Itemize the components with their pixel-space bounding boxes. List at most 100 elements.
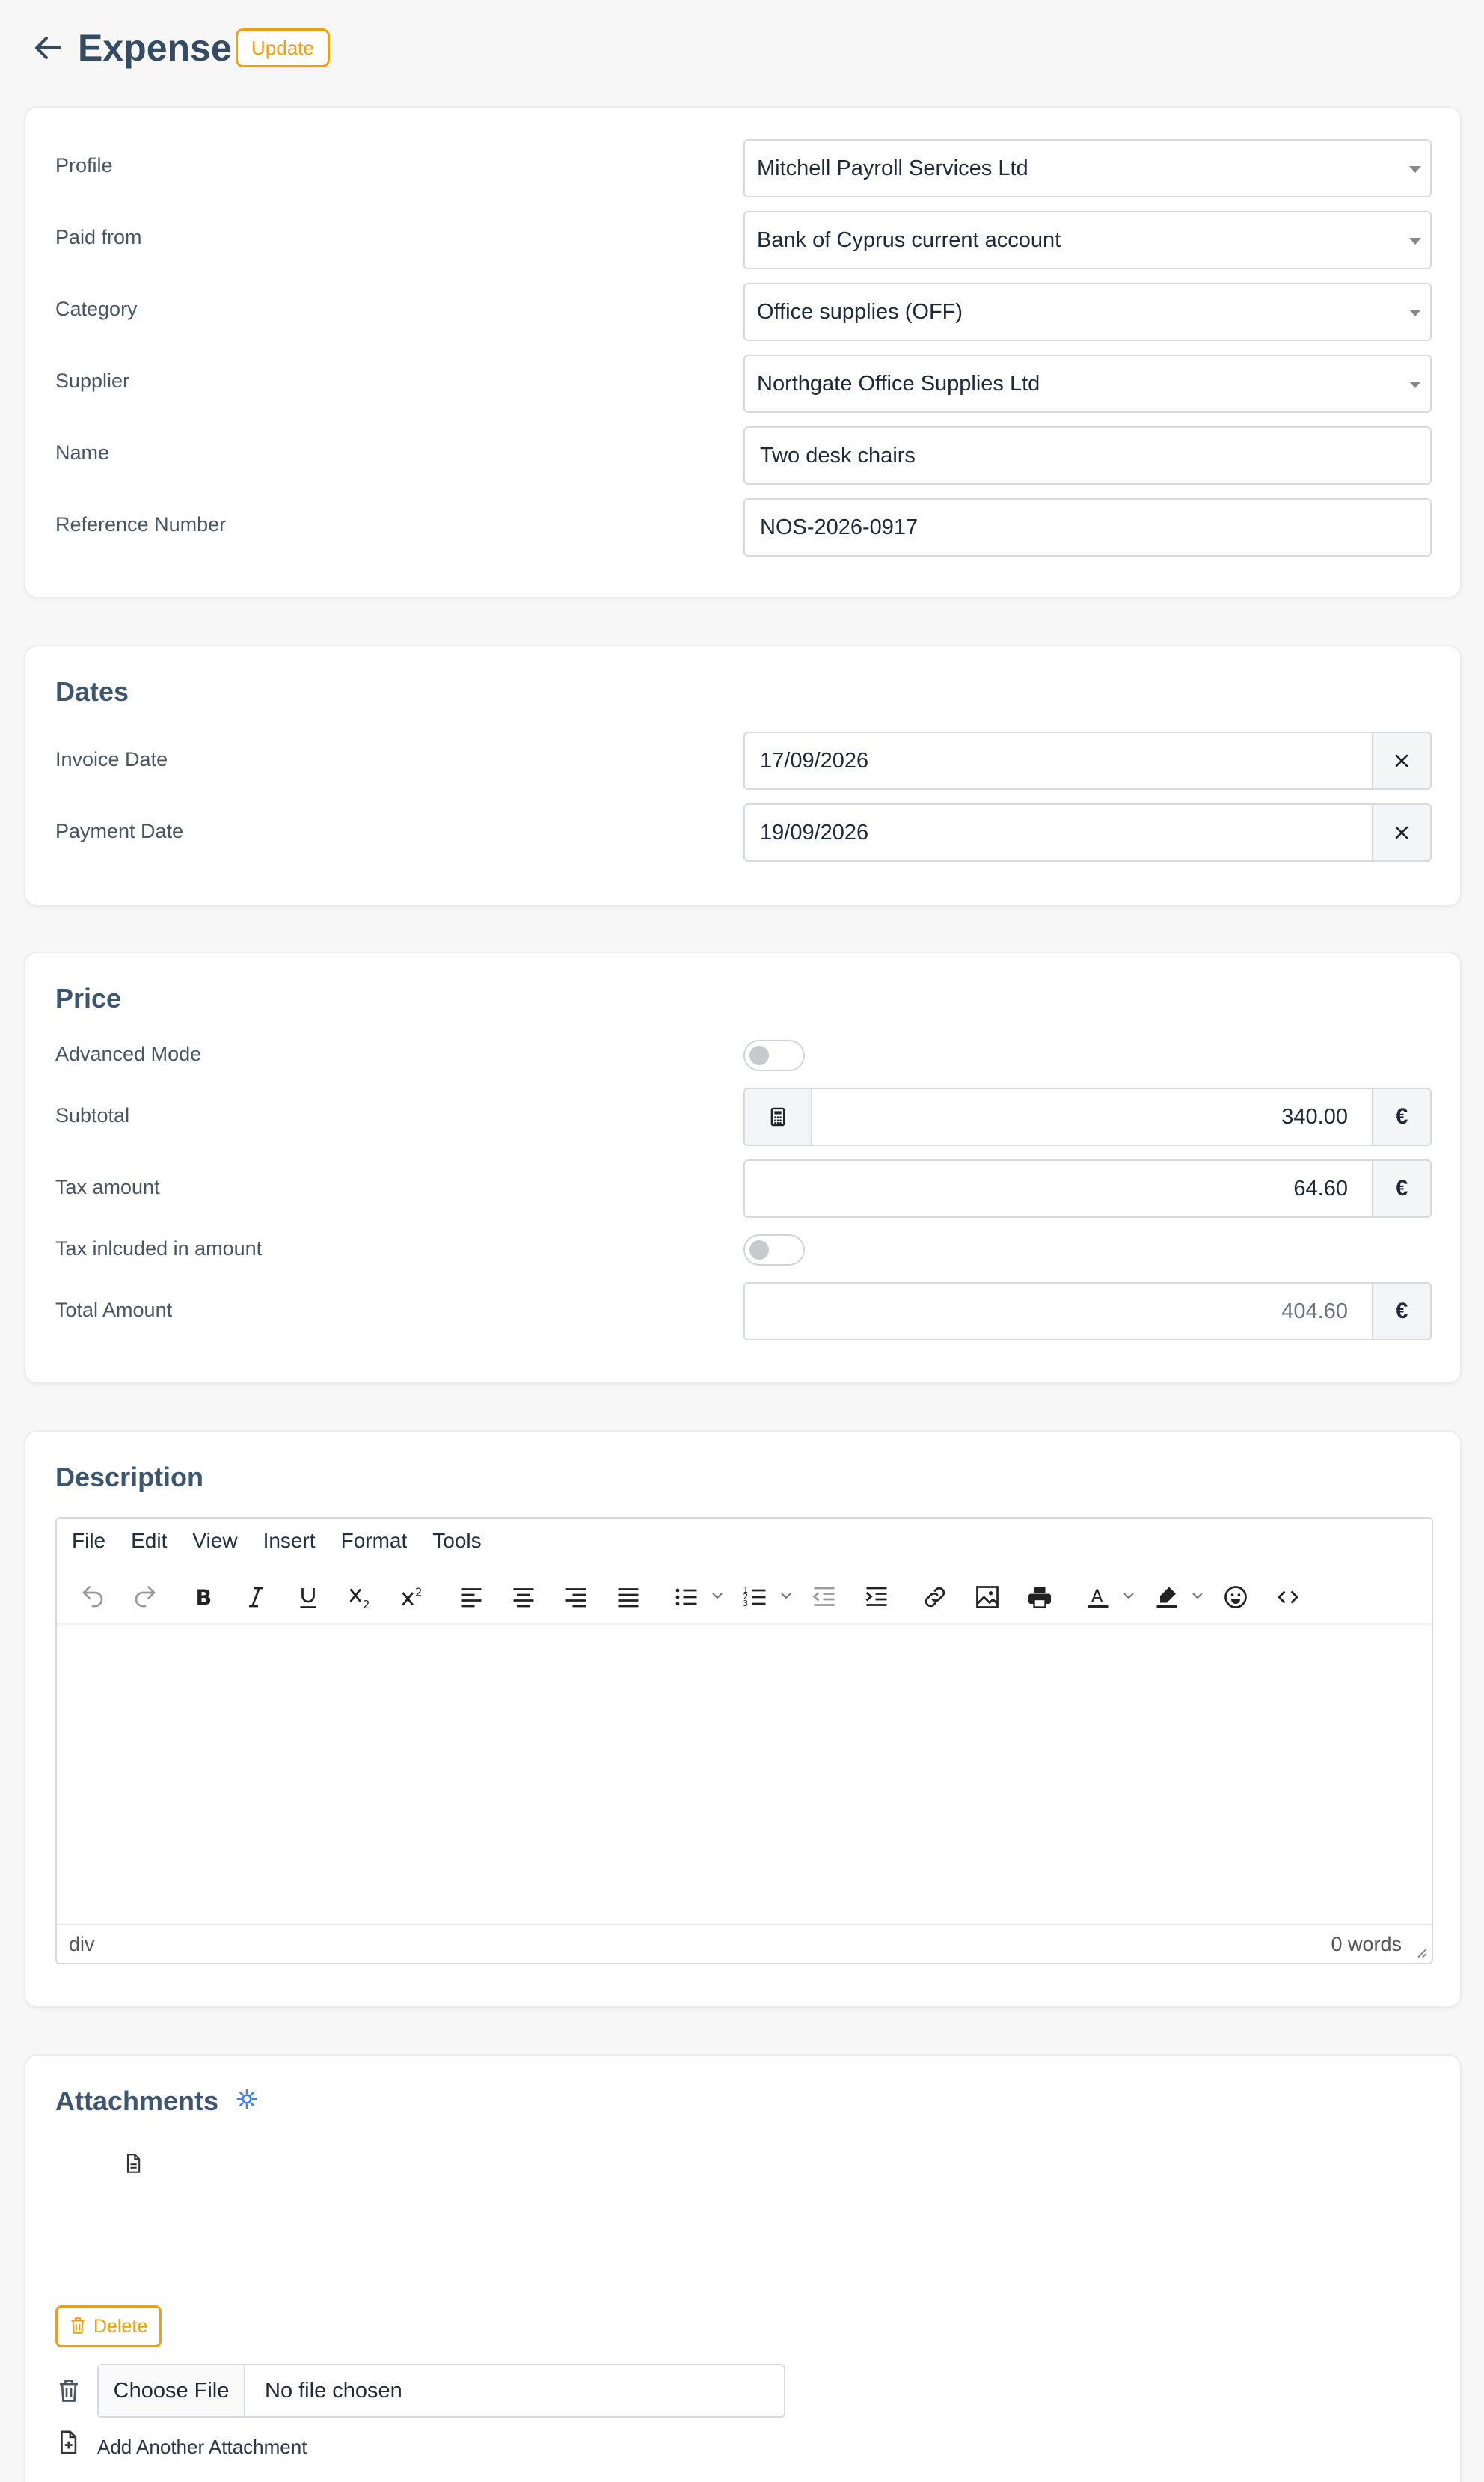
clear-invoice-date-button[interactable] — [1372, 732, 1432, 790]
calculator-button[interactable] — [743, 1088, 812, 1146]
tax-included-toggle[interactable] — [743, 1234, 805, 1266]
trash-icon — [71, 2317, 85, 2334]
subtotal-input[interactable]: 340.00 € — [743, 1088, 1432, 1146]
add-file-icon[interactable] — [55, 2430, 81, 2455]
chevron-down-icon[interactable] — [711, 1589, 724, 1606]
menu-edit[interactable]: Edit — [131, 1529, 167, 1553]
align-justify-icon[interactable] — [607, 1576, 649, 1618]
details-card: Profile Mitchell Payroll Services Ltd Pa… — [24, 106, 1462, 598]
tax-amount-input[interactable]: 64.60 € — [743, 1159, 1432, 1218]
underline-icon[interactable] — [287, 1576, 329, 1618]
reference-number-input[interactable]: NOS-2026-0917 — [743, 498, 1432, 557]
add-another-attachment-link[interactable]: Add Another Attachment — [97, 2436, 307, 2459]
supplier-select[interactable]: Northgate Office Supplies Ltd — [743, 355, 1432, 413]
chevron-down-icon[interactable] — [779, 1589, 793, 1606]
paid-from-label: Paid from — [55, 226, 142, 248]
file-input[interactable]: Choose File No file chosen — [97, 2364, 785, 2418]
rich-text-editor: File Edit View Insert Format Tools B 2 2… — [55, 1517, 1433, 1964]
align-left-icon[interactable] — [450, 1576, 492, 1618]
align-right-icon[interactable] — [555, 1576, 597, 1618]
editor-menubar: File Edit View Insert Format Tools — [72, 1529, 482, 1553]
close-icon — [1395, 826, 1408, 839]
attachments-card: Attachments Delete Choose File No file c… — [24, 2054, 1462, 2482]
currency-addon: € — [1372, 1159, 1432, 1218]
dates-title: Dates — [55, 676, 129, 707]
menu-view[interactable]: View — [192, 1529, 237, 1553]
menu-insert[interactable]: Insert — [263, 1529, 316, 1553]
currency-addon: € — [1372, 1282, 1432, 1340]
tax-amount-value: 64.60 — [1293, 1177, 1348, 1201]
print-icon[interactable] — [1019, 1576, 1061, 1618]
chevron-down-icon[interactable] — [1122, 1589, 1135, 1606]
page-title: Expense — [78, 27, 232, 69]
price-title: Price — [55, 983, 122, 1014]
editor-statusbar: div 0 words — [57, 1924, 1432, 1963]
delete-label: Delete — [93, 2316, 148, 2337]
delete-attachment-button[interactable]: Delete — [55, 2305, 162, 2347]
chevron-down-icon — [1409, 310, 1421, 316]
element-path[interactable]: div — [69, 1933, 95, 1955]
link-icon[interactable] — [914, 1576, 956, 1618]
subscript-icon[interactable]: 2 — [340, 1576, 381, 1618]
name-input[interactable]: Two desk chairs — [743, 426, 1432, 485]
payment-date-input[interactable]: 19/09/2026 — [743, 803, 1432, 862]
paid-from-select[interactable]: Bank of Cyprus current account — [743, 211, 1432, 269]
redo-icon[interactable] — [124, 1576, 166, 1618]
profile-label: Profile — [55, 154, 113, 177]
calculator-icon — [770, 1107, 785, 1127]
reference-number-label: Reference Number — [55, 513, 227, 536]
source-code-icon[interactable] — [1267, 1576, 1309, 1618]
paid-from-value: Bank of Cyprus current account — [757, 228, 1061, 252]
tax-included-label: Tax inlcuded in amount — [55, 1237, 263, 1260]
align-center-icon[interactable] — [503, 1576, 545, 1618]
subtotal-label: Subtotal — [55, 1104, 130, 1127]
total-amount-label: Total Amount — [55, 1299, 173, 1321]
bullet-list-icon[interactable] — [666, 1576, 708, 1618]
resize-handle-icon[interactable] — [1414, 1945, 1427, 1958]
tax-amount-label: Tax amount — [55, 1176, 160, 1198]
outdent-icon[interactable] — [803, 1576, 845, 1618]
svg-text:3: 3 — [743, 1599, 749, 1608]
svg-text:A: A — [1091, 1587, 1103, 1606]
editor-content-area[interactable] — [57, 1623, 1432, 1924]
toggle-knob — [749, 1046, 769, 1065]
undo-icon[interactable] — [72, 1576, 114, 1618]
superscript-icon[interactable]: 2 — [392, 1576, 434, 1618]
bold-icon[interactable]: B — [183, 1576, 224, 1618]
gear-icon[interactable] — [235, 2087, 259, 2111]
category-select[interactable]: Office supplies (OFF) — [743, 283, 1432, 341]
name-value: Two desk chairs — [760, 444, 916, 468]
invoice-date-input[interactable]: 17/09/2026 — [743, 732, 1432, 790]
highlight-color-icon[interactable] — [1146, 1576, 1188, 1618]
file-icon[interactable] — [123, 2153, 144, 2174]
dates-card: Dates Invoice Date 17/09/2026 Payment Da… — [24, 645, 1462, 907]
chevron-down-icon — [1409, 238, 1421, 245]
svg-text:2: 2 — [415, 1586, 423, 1599]
advanced-mode-toggle[interactable] — [743, 1040, 805, 1071]
menu-format[interactable]: Format — [341, 1529, 408, 1553]
chevron-down-icon[interactable] — [1191, 1589, 1204, 1606]
profile-select[interactable]: Mitchell Payroll Services Ltd — [743, 139, 1432, 197]
close-icon — [1395, 754, 1408, 767]
indent-icon[interactable] — [856, 1576, 898, 1618]
payment-date-label: Payment Date — [55, 820, 184, 842]
name-label: Name — [55, 441, 110, 464]
invoice-date-value: 17/09/2026 — [760, 749, 869, 773]
numbered-list-icon[interactable]: 123 — [735, 1576, 776, 1618]
clear-payment-date-button[interactable] — [1372, 803, 1432, 862]
price-card: Price Advanced Mode Subtotal 340.00 € Ta… — [24, 952, 1462, 1384]
chevron-down-icon — [1409, 166, 1421, 173]
choose-file-button[interactable]: Choose File — [99, 2365, 245, 2416]
image-icon[interactable] — [966, 1576, 1008, 1618]
trash-icon[interactable] — [55, 2377, 82, 2404]
menu-file[interactable]: File — [72, 1529, 105, 1553]
no-file-chosen-text: No file chosen — [265, 2379, 402, 2403]
back-arrow-icon[interactable] — [30, 30, 66, 66]
advanced-mode-label: Advanced Mode — [55, 1043, 202, 1065]
word-count[interactable]: 0 words — [1331, 1925, 1402, 1963]
emoji-icon[interactable] — [1215, 1576, 1257, 1618]
description-card: Description File Edit View Insert Format… — [24, 1430, 1462, 2008]
italic-icon[interactable] — [235, 1576, 277, 1618]
menu-tools[interactable]: Tools — [432, 1529, 481, 1553]
text-color-icon[interactable]: A — [1077, 1576, 1119, 1618]
